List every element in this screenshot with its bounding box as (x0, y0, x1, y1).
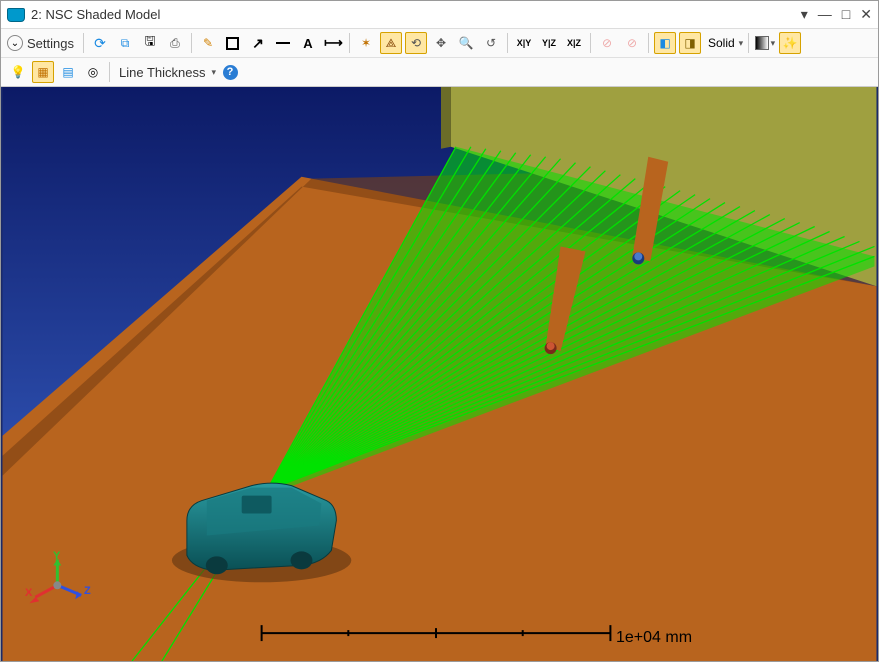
pencil-button[interactable]: ✎ (197, 32, 219, 54)
separator (507, 33, 508, 53)
minimize-button[interactable]: — (818, 6, 832, 23)
separator (83, 33, 84, 53)
pencil-icon: ✎ (203, 36, 213, 50)
no-entry-icon: ⊘ (602, 36, 612, 50)
scene-svg (1, 87, 878, 661)
panel-icon: ▤ (62, 65, 73, 79)
undo-icon: ↺ (486, 36, 496, 50)
no-entry2-icon: ⊘ (627, 36, 637, 50)
toolbar-secondary: 💡 ▦ ▤ ◎ Line Thickness ▾ ? (1, 58, 878, 87)
titlebar: 2: NSC Shaded Model ▾ — □ ✕ (1, 1, 878, 29)
help-icon: ? (223, 65, 238, 80)
dimension-icon: ⟼ (324, 35, 342, 51)
view-yz-button[interactable]: Y|Z (538, 32, 560, 54)
line-thickness-label: Line Thickness (115, 65, 209, 80)
panel-button[interactable]: ▤ (57, 61, 79, 83)
line-button[interactable] (272, 32, 294, 54)
toolbar-main: ⌄ Settings ⟳ ⧉ 🖫 ⎙ ✎ ↗ A ⟼ ✶ ⟁ ⟲ ✥ 🔍 ↺ X… (1, 29, 878, 58)
separator (349, 33, 350, 53)
window-buttons: ▾ — □ ✕ (801, 6, 872, 23)
render-mode-label: Solid (704, 36, 737, 50)
gradient-icon (755, 36, 768, 50)
rotate-button[interactable]: ⟲ (405, 32, 427, 54)
viewport-3d[interactable]: X Y Z 1e+04 mm (1, 87, 878, 661)
app-icon (7, 8, 25, 22)
yz-icon: Y|Z (542, 38, 556, 48)
orbit-icon: ⟁ (386, 36, 397, 51)
chevron-down-icon: ⌄ (7, 35, 23, 51)
target-button[interactable]: ◎ (82, 61, 104, 83)
view-xz-button[interactable]: X|Z (563, 32, 585, 54)
pan-icon: ✥ (436, 36, 446, 50)
target-icon: ◎ (88, 65, 98, 79)
obstacle-sphere-2-hl (634, 252, 642, 260)
pan-button[interactable]: ✥ (430, 32, 452, 54)
axis-z-label: Z (84, 585, 91, 597)
wand-icon: ✨ (783, 36, 798, 50)
bulb-icon: 💡 (11, 65, 26, 79)
print-button[interactable]: ⎙ (164, 32, 186, 54)
settings-dropdown[interactable]: ⌄ Settings (7, 35, 78, 51)
separator (590, 33, 591, 53)
cube2-icon: ◨ (684, 36, 695, 50)
refresh-button[interactable]: ⟳ (89, 32, 111, 54)
chevron-down-icon: ▾ (211, 67, 216, 78)
orbit-button[interactable]: ⟁ (380, 32, 402, 54)
app-window: 2: NSC Shaded Model ▾ — □ ✕ ⌄ Settings ⟳… (0, 0, 879, 662)
view-xy-button[interactable]: X|Y (513, 32, 535, 54)
separator (648, 33, 649, 53)
axis-triad-button[interactable]: ✶ (355, 32, 377, 54)
cube-icon: ◧ (659, 36, 670, 50)
settings-label: Settings (23, 36, 78, 51)
cube-wire-button[interactable]: ◨ (679, 32, 701, 54)
arrow-icon: ↗ (252, 35, 264, 52)
window-title: 2: NSC Shaded Model (31, 7, 801, 22)
no-entry-button: ⊘ (596, 32, 618, 54)
zoom-button[interactable]: 🔍 (455, 32, 477, 54)
line-icon (276, 42, 290, 44)
separator (748, 33, 749, 53)
light-button[interactable]: 💡 (7, 61, 29, 83)
rectangle-button[interactable] (222, 32, 244, 54)
render-mode-dropdown[interactable]: Solid ▾ (704, 36, 743, 50)
xy-icon: X|Y (517, 38, 532, 48)
rotate-icon: ⟲ (411, 36, 421, 50)
dimension-button[interactable]: ⟼ (322, 32, 344, 54)
scale-label: 1e+04 mm (616, 629, 692, 647)
dock-button[interactable]: ▾ (801, 6, 808, 23)
highlight-button[interactable]: ✨ (779, 32, 801, 54)
axis-y-label: Y (53, 550, 60, 562)
separator (191, 33, 192, 53)
cube-shaded-button[interactable]: ◧ (654, 32, 676, 54)
text-icon: A (303, 36, 312, 51)
save-image-button[interactable]: 🖫 (139, 32, 161, 54)
chevron-down-icon: ▾ (739, 38, 744, 49)
grid-icon: ▦ (37, 65, 48, 79)
arrow-button[interactable]: ↗ (247, 32, 269, 54)
chevron-down-icon: ▾ (771, 38, 776, 49)
no-entry2-button: ⊘ (621, 32, 643, 54)
zoom-icon: 🔍 (459, 36, 474, 50)
copy-icon: ⧉ (121, 36, 130, 51)
separator (109, 62, 110, 82)
close-button[interactable]: ✕ (860, 6, 872, 23)
save-icon: 🖫 (144, 32, 155, 54)
line-thickness-dropdown[interactable]: Line Thickness ▾ (115, 65, 216, 80)
reset-view-button[interactable]: ↺ (480, 32, 502, 54)
text-button[interactable]: A (297, 32, 319, 54)
refresh-icon: ⟳ (94, 35, 106, 52)
print-icon: ⎙ (170, 36, 180, 51)
grid-button[interactable]: ▦ (32, 61, 54, 83)
copy-button[interactable]: ⧉ (114, 32, 136, 54)
xz-icon: X|Z (567, 38, 581, 48)
triad-icon: ✶ (361, 36, 371, 50)
help-button[interactable]: ? (219, 61, 241, 83)
obstacle-sphere-1-hl (547, 342, 555, 350)
axis-x-label: X (25, 587, 32, 599)
rectangle-icon (226, 37, 239, 50)
wall-edge (441, 87, 451, 149)
maximize-button[interactable]: □ (842, 6, 850, 23)
gradient-button[interactable]: ▾ (754, 32, 776, 54)
